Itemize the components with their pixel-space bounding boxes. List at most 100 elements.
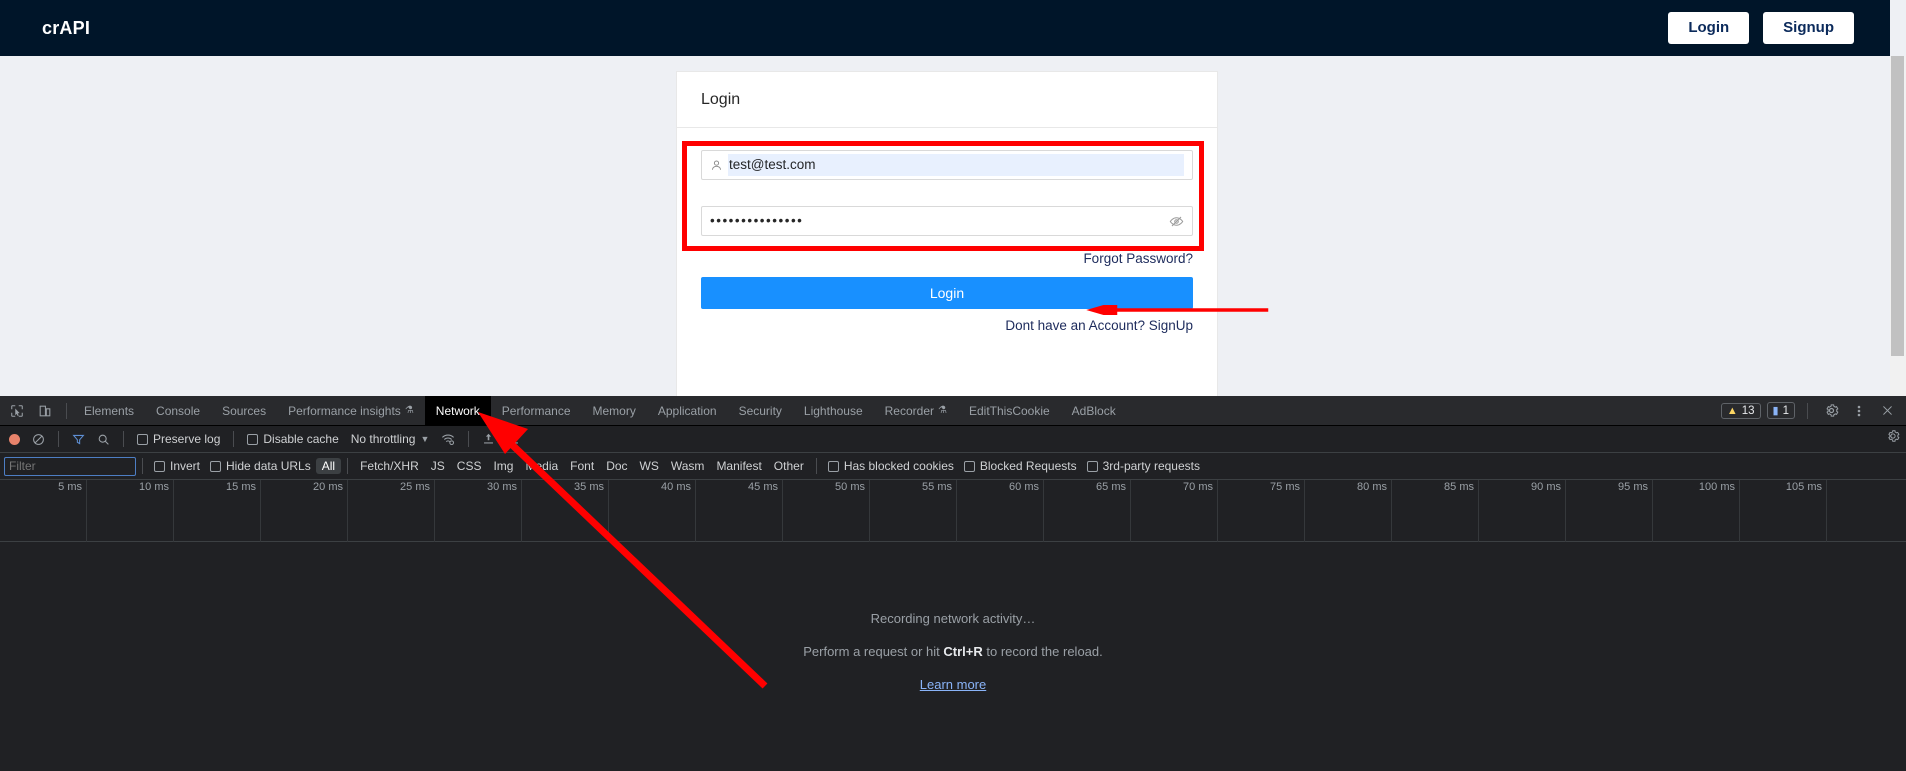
timeline-tick: 55 ms [870,480,957,542]
timeline-tick-label: 40 ms [661,481,691,493]
close-icon[interactable] [1876,400,1898,422]
network-empty-state: Recording network activity… Perform a re… [0,611,1906,692]
filter-type-css[interactable]: CSS [451,458,488,474]
forgot-password-row: Forgot Password? [701,250,1193,268]
recording-status-text: Recording network activity… [870,611,1036,626]
blocked-requests-checkbox[interactable]: Blocked Requests [959,455,1082,477]
timeline-tick: 100 ms [1653,480,1740,542]
timeline-tick: 95 ms [1566,480,1653,542]
record-dot-icon [9,433,20,445]
import-har-button[interactable] [477,428,500,450]
search-icon [98,434,109,445]
warning-triangle-icon: ▲ [1726,404,1738,417]
tab-editthiscookie[interactable]: EditThisCookie [958,396,1061,426]
timeline-tick: 105 ms [1740,480,1827,542]
timeline-tick-label: 20 ms [313,481,343,493]
filter-type-font[interactable]: Font [564,458,600,474]
password-field[interactable]: ••••••••••••••• [701,206,1193,236]
tab-adblock[interactable]: AdBlock [1061,396,1127,426]
timeline-tick: 35 ms [522,480,609,542]
forgot-password-link[interactable]: Forgot Password? [1083,251,1193,266]
has-blocked-cookies-checkbox[interactable]: Has blocked cookies [823,455,959,477]
filter-type-ws[interactable]: WS [634,458,665,474]
filter-type-manifest[interactable]: Manifest [710,458,767,474]
timeline-tick-label: 65 ms [1096,481,1126,493]
tab-memory[interactable]: Memory [582,396,647,426]
tab-application[interactable]: Application [647,396,728,426]
more-options-icon[interactable] [1848,400,1870,422]
checkbox-box [137,433,148,445]
tab-console[interactable]: Console [145,396,211,426]
hide-data-urls-checkbox[interactable]: Hide data URLs [205,455,316,477]
record-button[interactable] [4,428,25,450]
filter-type-other[interactable]: Other [768,458,810,474]
filter-type-media[interactable]: Media [519,458,564,474]
wifi-settings-icon [442,434,455,446]
filter-type-img[interactable]: Img [487,458,519,474]
search-button[interactable] [92,428,115,450]
timeline-tick: 45 ms [696,480,783,542]
divider [66,402,67,419]
third-party-requests-checkbox[interactable]: 3rd-party requests [1082,455,1205,477]
tab-label: Security [738,403,782,418]
clear-button[interactable] [27,428,50,450]
nav-signup-button[interactable]: Signup [1763,12,1854,44]
tab-sources[interactable]: Sources [211,396,277,426]
download-icon [509,434,519,444]
export-har-button[interactable] [502,428,525,450]
timeline-tick-label: 10 ms [139,481,169,493]
messages-badge[interactable]: ▮ 1 [1766,402,1795,419]
filter-type-wasm[interactable]: Wasm [665,458,711,474]
divider [347,458,349,474]
filter-type-all[interactable]: All [315,458,342,474]
checkbox-box [963,460,975,472]
inspect-element-icon[interactable] [6,400,28,422]
nav-login-button[interactable]: Login [1668,12,1750,44]
warnings-badge[interactable]: ▲ 13 [1720,402,1761,419]
tab-network[interactable]: Network [424,396,491,426]
throttling-select[interactable]: No throttling ▼ [346,428,435,450]
tab-security[interactable]: Security [728,396,793,426]
filter-toggle-button[interactable] [67,428,90,450]
preserve-log-checkbox[interactable]: Preserve log [132,428,225,450]
disable-cache-checkbox[interactable]: Disable cache [242,428,343,450]
email-field[interactable]: test@test.com [701,150,1193,180]
timeline-tick-label: 70 ms [1183,481,1213,493]
tab-elements[interactable]: Elements [73,396,145,426]
filter-type-js[interactable]: JS [425,458,451,474]
hint-suffix: to record the reload. [982,644,1103,659]
learn-more-link[interactable]: Learn more [920,677,986,692]
device-toolbar-icon[interactable] [34,400,56,422]
network-settings-gear[interactable] [1886,429,1900,443]
page-scrollbar-thumb[interactable] [1891,56,1904,356]
filter-input[interactable] [4,456,136,476]
brand-logo: crAPI [42,17,91,38]
tab-label: AdBlock [1071,403,1116,418]
tab-label: Elements [84,403,135,418]
invert-checkbox[interactable]: Invert [149,455,205,477]
timeline-tick-label: 55 ms [922,481,952,493]
timeline-tick: 70 ms [1131,480,1218,542]
gear-icon [1888,430,1900,442]
timeline-tick-label: 45 ms [748,481,778,493]
tab-recorder[interactable]: Recorder ⚗ [874,396,958,426]
messages-count: 1 [1782,404,1789,417]
tab-performance-insights[interactable]: Performance insights ⚗ [277,396,425,426]
tab-lighthouse[interactable]: Lighthouse [793,396,874,426]
page-scrollbar[interactable] [1890,56,1906,396]
disable-cache-label: Disable cache [263,432,339,446]
tab-performance[interactable]: Performance [491,396,582,426]
blocked-requests-label: Blocked Requests [979,459,1077,473]
gear-icon[interactable] [1820,400,1842,422]
network-conditions-button[interactable] [436,428,460,450]
filter-type-doc[interactable]: Doc [600,458,633,474]
eye-invisible-icon[interactable] [1169,214,1184,229]
experiment-flask-icon: ⚗ [404,405,414,416]
signup-link[interactable]: Dont have an Account? SignUp [1005,318,1193,333]
checkbox-box [1086,460,1098,472]
filter-type-fetch-xhr[interactable]: Fetch/XHR [354,458,425,474]
login-submit-button[interactable]: Login [701,277,1193,309]
login-card-header: Login [677,72,1217,128]
divider [123,431,124,447]
third-party-requests-label: 3rd-party requests [1102,459,1200,473]
